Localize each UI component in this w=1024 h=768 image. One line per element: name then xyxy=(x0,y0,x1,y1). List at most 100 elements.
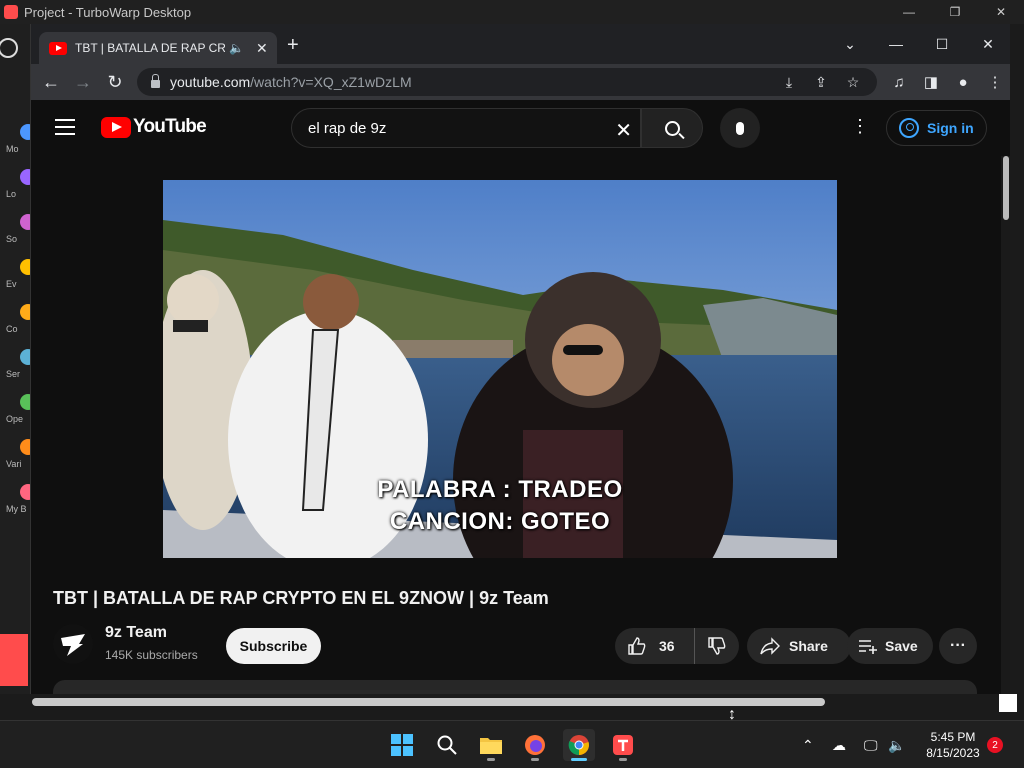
category-operators[interactable]: Ope xyxy=(0,394,36,434)
youtube-header: YouTube el rap de 9z ✕ ⋮ Sign in xyxy=(31,100,1001,156)
category-events[interactable]: Ev xyxy=(0,259,36,299)
guide-menu-icon[interactable] xyxy=(55,119,75,135)
audio-playing-icon[interactable]: 🔈 xyxy=(229,41,244,55)
horizontal-scroll-thumb[interactable] xyxy=(32,698,825,706)
category-label: Ser xyxy=(6,369,21,379)
search-query: el rap de 9z xyxy=(308,119,387,137)
cloud-sync-icon[interactable]: ☁ xyxy=(832,721,846,768)
video-caption-line-2: CANCION: GOTEO xyxy=(389,508,611,535)
microphone-icon xyxy=(736,121,744,135)
share-button[interactable]: Share xyxy=(747,628,851,664)
like-dislike-group: 36 xyxy=(615,628,739,664)
chrome-icon xyxy=(568,735,589,756)
like-count: 36 xyxy=(659,638,675,654)
toolbar-right: ♫ ◨ ● ⋮ xyxy=(883,64,1010,100)
vertical-scroll-thumb[interactable] xyxy=(1003,156,1009,220)
close-icon[interactable]: ✕ xyxy=(978,0,1024,24)
more-actions-button[interactable]: ··· xyxy=(939,628,977,664)
start-button[interactable] xyxy=(386,729,418,761)
maximize-icon[interactable]: ☐ xyxy=(919,24,965,64)
clock[interactable]: 5:45 PM 8/15/2023 xyxy=(918,729,988,761)
category-looks[interactable]: Lo xyxy=(0,169,36,209)
taskbar: ⌃ ☁ 🖵 🔈 5:45 PM 8/15/2023 2 xyxy=(0,720,1024,768)
category-variables[interactable]: Vari xyxy=(0,439,36,479)
vertical-scrollbar[interactable] xyxy=(1001,156,1010,720)
profile-icon[interactable]: ● xyxy=(947,74,979,91)
install-app-icon[interactable]: ⤓ xyxy=(773,74,805,91)
chrome-window: TBT | BATALLA DE RAP CRYPTO EN EL 9ZNOW … xyxy=(30,24,1010,720)
notification-badge[interactable]: 2 xyxy=(987,737,1003,753)
turbowarp-window-title: Project - TurboWarp Desktop xyxy=(24,4,192,20)
reload-icon[interactable]: ↻ xyxy=(99,66,131,98)
category-label: My B xyxy=(6,504,27,514)
firefox-icon xyxy=(525,735,545,755)
category-label: Ope xyxy=(6,414,24,424)
forward-arrow-icon[interactable]: → xyxy=(67,66,99,98)
firefox-button[interactable] xyxy=(519,729,551,761)
thumbs-down-icon xyxy=(708,637,726,655)
channel-logo-icon xyxy=(53,624,93,664)
youtube-favicon-icon xyxy=(49,41,67,55)
subscribe-button[interactable]: Subscribe xyxy=(226,628,321,664)
category-motion[interactable]: Mo xyxy=(0,124,36,164)
chrome-menu-icon[interactable]: ⋮ xyxy=(979,73,1010,91)
show-hidden-icons-button[interactable]: ⌃ xyxy=(802,721,814,768)
category-sensing[interactable]: Ser xyxy=(0,349,36,389)
tab-youtube[interactable]: TBT | BATALLA DE RAP CRYPTO EN EL 9ZNOW … xyxy=(39,32,277,64)
minimize-icon[interactable]: — xyxy=(886,0,932,24)
url-host: youtube.com xyxy=(170,74,251,90)
category-label: Lo xyxy=(6,189,17,199)
tab-search-icon[interactable]: ⌄ xyxy=(827,24,873,64)
youtube-logo[interactable]: YouTube xyxy=(101,116,207,138)
lock-icon[interactable] xyxy=(151,74,160,88)
side-panel-icon[interactable]: ◨ xyxy=(915,73,947,91)
settings-menu-icon[interactable]: ⋮ xyxy=(851,116,869,137)
desktop: Project - TurboWarp Desktop — ❐ ✕ Mo Lo … xyxy=(0,0,1024,768)
sign-in-button[interactable]: Sign in xyxy=(886,110,987,146)
channel-avatar[interactable] xyxy=(53,624,93,664)
save-button[interactable]: Save xyxy=(847,628,933,664)
url-text[interactable]: youtube.com/watch?v=XQ_xZ1wDzLM xyxy=(170,74,412,90)
category-sound[interactable]: So xyxy=(0,214,36,254)
turbowarp-taskbar-button[interactable] xyxy=(607,729,639,761)
share-arrow-icon xyxy=(760,637,780,655)
category-label: Co xyxy=(6,324,18,334)
file-explorer-button[interactable] xyxy=(475,729,507,761)
back-arrow-icon[interactable]: ← xyxy=(35,66,67,98)
maximize-icon[interactable]: ❐ xyxy=(932,0,978,24)
turbowarp-icon xyxy=(613,735,633,755)
running-indicator xyxy=(487,758,495,761)
horizontal-scrollbar[interactable] xyxy=(0,694,1024,720)
video-player[interactable]: PALABRA : TRADEO CANCION: GOTEO xyxy=(163,180,837,558)
network-icon[interactable]: 🖵 xyxy=(864,721,878,768)
category-control[interactable]: Co xyxy=(0,304,36,344)
playlist-add-icon xyxy=(859,640,877,654)
video-title: TBT | BATALLA DE RAP CRYPTO EN EL 9ZNOW … xyxy=(53,588,549,608)
chrome-taskbar-button[interactable] xyxy=(563,729,595,761)
language-globe-icon[interactable] xyxy=(0,38,18,58)
extension-button[interactable] xyxy=(0,634,28,686)
minimize-icon[interactable]: — xyxy=(873,24,919,64)
close-icon[interactable]: ✕ xyxy=(965,24,1010,64)
search-input[interactable]: el rap de 9z ✕ xyxy=(291,108,641,148)
bookmark-star-icon[interactable]: ☆ xyxy=(837,74,869,91)
like-button[interactable]: 36 xyxy=(615,628,695,664)
share-page-icon[interactable]: ⇪ xyxy=(805,74,837,91)
category-my-blocks[interactable]: My B xyxy=(0,484,36,524)
volume-icon[interactable]: 🔈 xyxy=(888,721,905,768)
voice-search-button[interactable] xyxy=(720,108,760,148)
share-label: Share xyxy=(789,638,828,654)
media-controls-icon[interactable]: ♫ xyxy=(883,74,915,91)
clear-search-icon[interactable]: ✕ xyxy=(615,118,632,143)
search-button[interactable] xyxy=(641,108,703,148)
search-icon xyxy=(437,735,457,755)
window-corner xyxy=(999,694,1017,712)
channel-name[interactable]: 9z Team xyxy=(105,624,167,642)
address-bar[interactable]: youtube.com/watch?v=XQ_xZ1wDzLM ⤓ ⇪ ☆ xyxy=(137,68,877,96)
search-taskbar-button[interactable] xyxy=(431,729,463,761)
video-caption-line-1: PALABRA : TRADEO xyxy=(377,476,623,503)
dislike-button[interactable] xyxy=(695,628,739,664)
url-path: /watch?v=XQ_xZ1wDzLM xyxy=(250,74,412,90)
new-tab-button[interactable]: + xyxy=(287,34,299,57)
close-tab-button[interactable]: ✕ xyxy=(256,40,268,57)
